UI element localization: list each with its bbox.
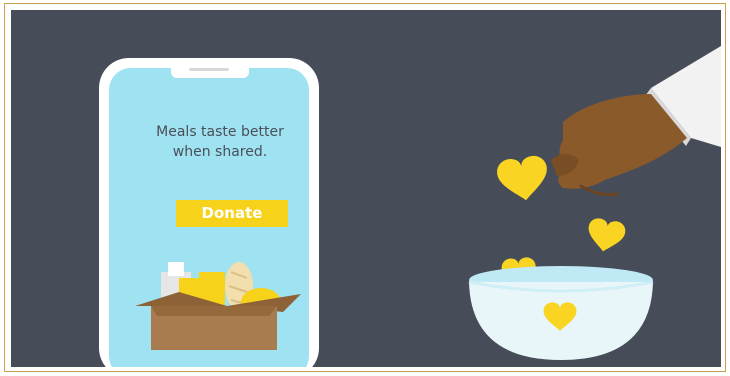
heart-icon	[588, 218, 626, 252]
image-frame: Meals taste better when shared. Donate	[4, 3, 726, 372]
phone-tagline: Meals taste better when shared.	[123, 122, 317, 162]
illustration-scene: Meals taste better when shared. Donate	[11, 10, 721, 367]
heart-icon	[497, 155, 547, 201]
hand-illustration	[551, 46, 721, 196]
tagline-line-2: when shared.	[172, 144, 268, 160]
illustration-canvas	[99, 46, 721, 367]
tagline-line-1: Meals taste better	[156, 124, 284, 140]
donate-button[interactable]: Donate	[176, 200, 288, 227]
